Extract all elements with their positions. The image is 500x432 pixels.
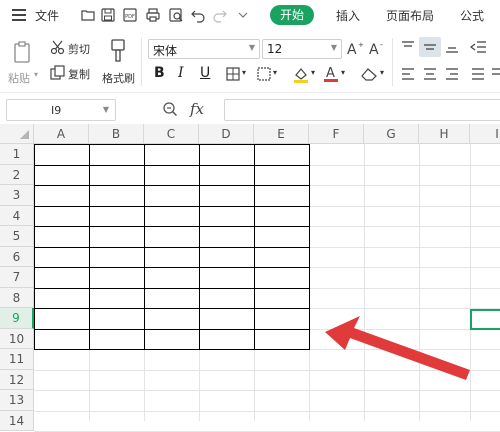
annotation-arrow (325, 316, 470, 380)
